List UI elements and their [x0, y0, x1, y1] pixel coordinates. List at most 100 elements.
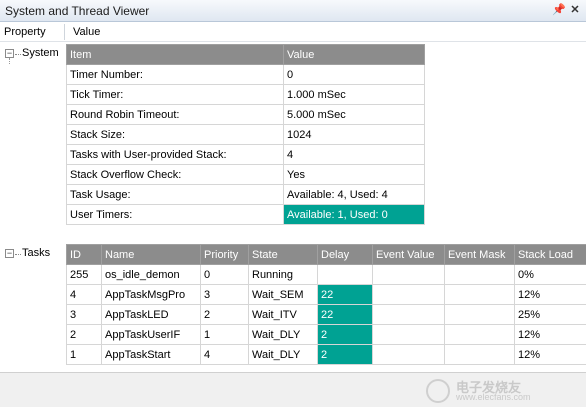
column-header-id[interactable]: ID [66, 244, 102, 265]
table-header-row: ID Name Priority State Delay Event Value… [66, 244, 586, 265]
column-header-event-value[interactable]: Event Value [372, 244, 445, 265]
task-stack-load: 12% [514, 284, 586, 305]
tree-node-system[interactable]: System [22, 47, 59, 59]
column-divider[interactable] [64, 24, 65, 40]
property-value: Available: 4, Used: 4 [283, 184, 425, 205]
table-row[interactable]: User Timers: Available: 1, Used: 0 [66, 204, 425, 225]
task-state: Wait_SEM [248, 284, 318, 305]
task-stack-load: 12% [514, 344, 586, 365]
property-value-highlighted: Available: 1, Used: 0 [283, 204, 425, 225]
table-row[interactable]: 255 os_idle_demon 0 Running 0% [66, 264, 586, 285]
watermark-logo: 电子发烧友 www.elecfans.com [426, 377, 576, 405]
task-name: os_idle_demon [101, 264, 201, 285]
close-icon[interactable]: ✕ [568, 3, 582, 17]
task-event-mask [444, 344, 515, 365]
property-name: Stack Overflow Check: [66, 164, 284, 185]
task-state: Wait_ITV [248, 304, 318, 325]
property-value: 4 [283, 144, 425, 165]
task-stack-load: 0% [514, 264, 586, 285]
task-state: Wait_DLY [248, 324, 318, 345]
column-header-property[interactable]: Property [4, 26, 46, 38]
table-row[interactable]: Stack Size: 1024 [66, 124, 425, 145]
system-properties-table: Item Value Timer Number: 0 Tick Timer: 1… [66, 44, 425, 225]
property-name: Tasks with User-provided Stack: [66, 144, 284, 165]
property-name: Tick Timer: [66, 84, 284, 105]
property-value: 1.000 mSec [283, 84, 425, 105]
window-title: System and Thread Viewer [5, 4, 150, 18]
task-delay: 22 [317, 304, 373, 325]
task-id: 4 [66, 284, 102, 305]
column-header-value[interactable]: Value [73, 26, 100, 38]
task-priority: 2 [200, 304, 249, 325]
task-stack-load: 25% [514, 304, 586, 325]
column-header-state[interactable]: State [248, 244, 318, 265]
task-name: AppTaskLED [101, 304, 201, 325]
tree-connector [15, 254, 21, 255]
table-row[interactable]: Stack Overflow Check: Yes [66, 164, 425, 185]
property-name: Round Robin Timeout: [66, 104, 284, 125]
column-header-priority[interactable]: Priority [200, 244, 249, 265]
task-event-mask [444, 264, 515, 285]
task-stack-load: 12% [514, 324, 586, 345]
column-header-stack-load[interactable]: Stack Load [514, 244, 586, 265]
task-delay: 2 [317, 324, 373, 345]
property-value: 5.000 mSec [283, 104, 425, 125]
tasks-table: ID Name Priority State Delay Event Value… [66, 244, 586, 365]
property-name: Task Usage: [66, 184, 284, 205]
task-id: 2 [66, 324, 102, 345]
task-id: 255 [66, 264, 102, 285]
collapse-system-icon[interactable]: − [5, 49, 14, 58]
property-value: 0 [283, 64, 425, 85]
property-name: Stack Size: [66, 124, 284, 145]
column-header: Property Value [0, 22, 586, 42]
property-name: Timer Number: [66, 64, 284, 85]
tree-connector [15, 54, 21, 55]
task-event-value [372, 264, 445, 285]
task-name: AppTaskStart [101, 344, 201, 365]
task-priority: 4 [200, 344, 249, 365]
task-name: AppTaskMsgPro [101, 284, 201, 305]
task-delay [317, 264, 373, 285]
collapse-tasks-icon[interactable]: − [5, 249, 14, 258]
column-header-item[interactable]: Item [66, 44, 284, 65]
table-row[interactable]: Round Robin Timeout: 5.000 mSec [66, 104, 425, 125]
task-event-value [372, 284, 445, 305]
table-row[interactable]: 2 AppTaskUserIF 1 Wait_DLY 2 12% [66, 324, 586, 345]
property-name: User Timers: [66, 204, 284, 225]
task-priority: 1 [200, 324, 249, 345]
table-header-row: Item Value [66, 44, 425, 65]
property-value: Yes [283, 164, 425, 185]
task-event-value [372, 344, 445, 365]
watermark-icon [426, 379, 450, 403]
table-row[interactable]: Task Usage: Available: 4, Used: 4 [66, 184, 425, 205]
task-event-value [372, 304, 445, 325]
table-row[interactable]: 1 AppTaskStart 4 Wait_DLY 2 12% [66, 344, 586, 365]
task-name: AppTaskUserIF [101, 324, 201, 345]
task-delay: 2 [317, 344, 373, 365]
column-header-name[interactable]: Name [101, 244, 201, 265]
table-row[interactable]: 4 AppTaskMsgPro 3 Wait_SEM 22 12% [66, 284, 586, 305]
task-event-value [372, 324, 445, 345]
column-header-delay[interactable]: Delay [317, 244, 373, 265]
task-delay: 22 [317, 284, 373, 305]
table-row[interactable]: Tick Timer: 1.000 mSec [66, 84, 425, 105]
column-header-event-mask[interactable]: Event Mask [444, 244, 515, 265]
column-header-value[interactable]: Value [283, 44, 425, 65]
task-priority: 3 [200, 284, 249, 305]
task-id: 1 [66, 344, 102, 365]
table-row[interactable]: Tasks with User-provided Stack: 4 [66, 144, 425, 165]
task-event-mask [444, 284, 515, 305]
tree-connector [9, 58, 10, 64]
pin-icon[interactable]: 📌 [552, 3, 566, 17]
task-state: Running [248, 264, 318, 285]
horizontal-scrollbar[interactable]: 电子发烧友 www.elecfans.com [0, 372, 586, 407]
table-row[interactable]: Timer Number: 0 [66, 64, 425, 85]
tree-node-tasks[interactable]: Tasks [22, 247, 50, 259]
property-value: 1024 [283, 124, 425, 145]
watermark-subtext: www.elecfans.com [456, 392, 531, 402]
table-row[interactable]: 3 AppTaskLED 2 Wait_ITV 22 25% [66, 304, 586, 325]
task-id: 3 [66, 304, 102, 325]
task-event-mask [444, 324, 515, 345]
task-event-mask [444, 304, 515, 325]
task-priority: 0 [200, 264, 249, 285]
